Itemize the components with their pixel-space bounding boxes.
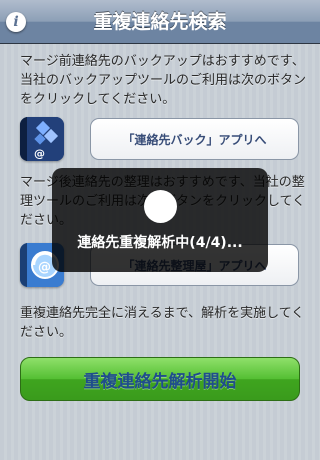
page-title: 重複連絡先検索	[93, 11, 227, 33]
run-instruction-text: 重複連絡先完全に消えるまで、解析を実施してください。	[20, 306, 305, 340]
progress-overlay: 連絡先重複解析中(4/4)...	[52, 168, 268, 272]
svg-text:@: @	[34, 147, 45, 160]
contacts-backup-app-icon[interactable]: @	[20, 117, 64, 161]
navigation-bar: i 重複連絡先検索	[0, 0, 320, 44]
loading-spinner-icon	[144, 190, 177, 223]
start-analysis-button[interactable]: 重複連絡先解析開始	[20, 357, 300, 401]
backup-intro-text: マージ前連絡先のバックアップはおすすめです、当社のバックアップツールのご利用は次…	[20, 54, 307, 107]
progress-message: 連絡先重複解析中(4/4)...	[77, 235, 243, 251]
backup-app-button[interactable]: 「連絡先バック」アプリへ	[90, 118, 299, 160]
svg-text:@: @	[38, 260, 51, 275]
